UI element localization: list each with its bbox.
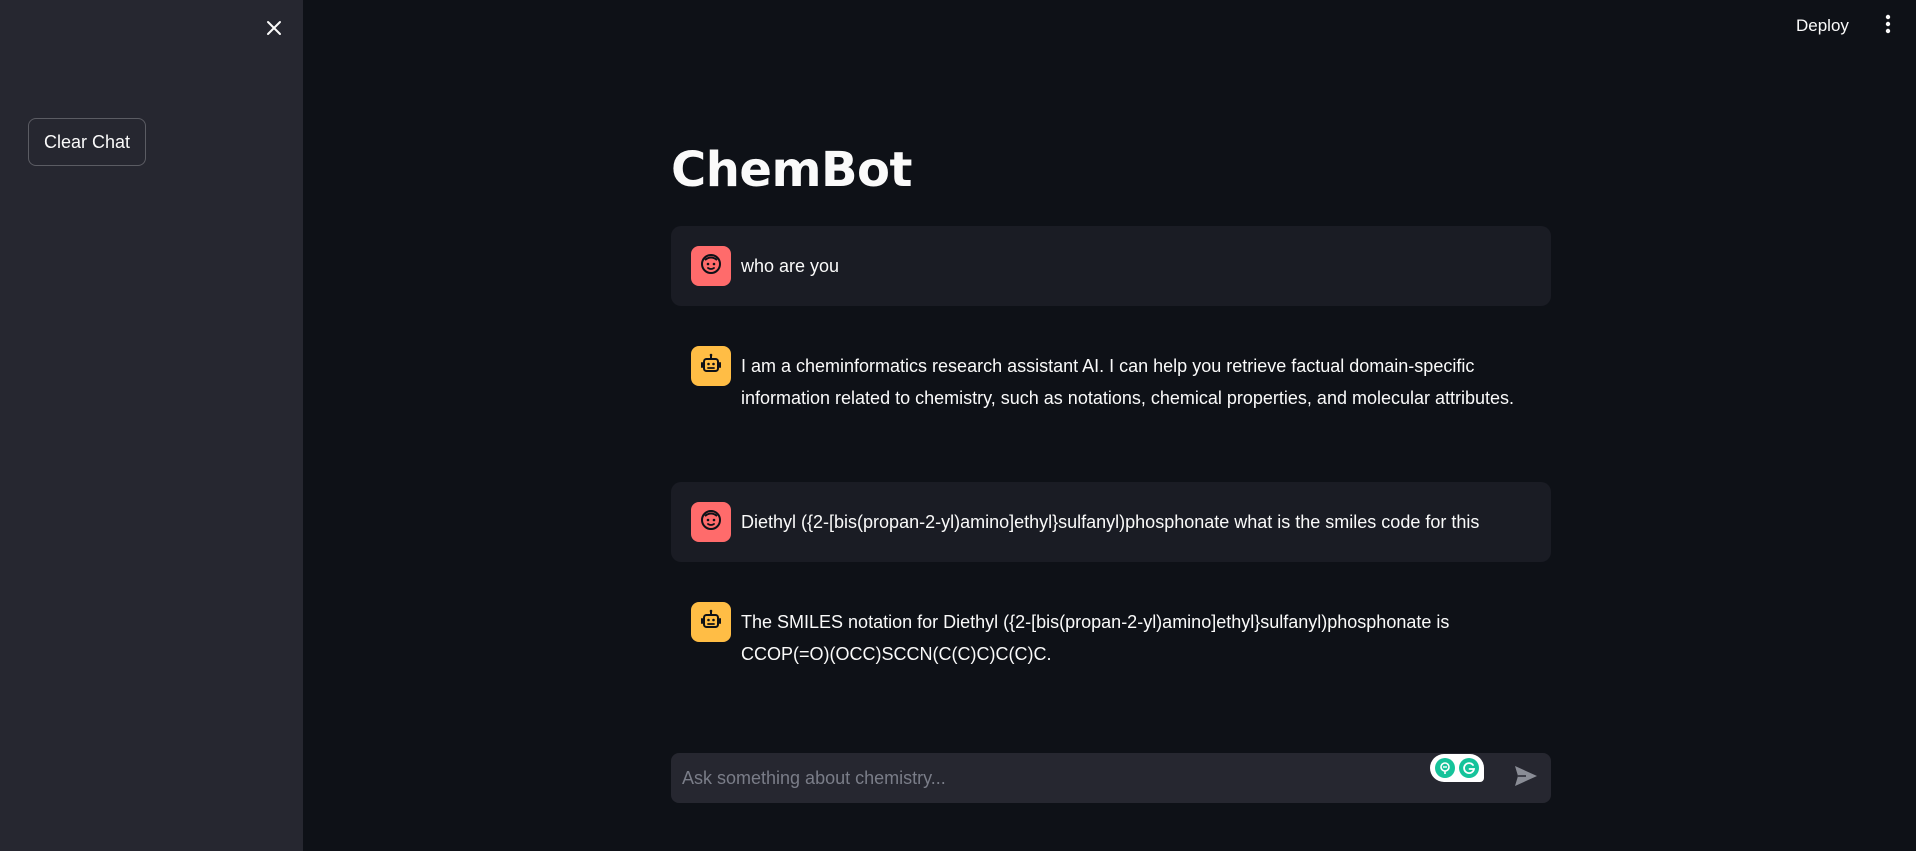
send-icon xyxy=(1514,765,1538,792)
message-text: who are you xyxy=(741,256,840,276)
send-button[interactable] xyxy=(1501,753,1551,803)
assistant-avatar xyxy=(691,346,731,386)
chat-input[interactable] xyxy=(671,753,1501,803)
user-avatar xyxy=(691,502,731,542)
close-sidebar-button[interactable] xyxy=(258,14,290,46)
user-face-icon xyxy=(699,252,723,281)
robot-icon xyxy=(699,352,723,381)
chat-message-user: Diethyl ({2-[bis(propan-2-yl)amino]ethyl… xyxy=(671,482,1551,562)
robot-icon xyxy=(699,608,723,637)
assistant-avatar xyxy=(691,602,731,642)
grammarly-g-icon[interactable] xyxy=(1459,758,1480,778)
vertical-dots-icon xyxy=(1885,14,1891,39)
message-text: I am a cheminformatics research assistan… xyxy=(741,356,1515,408)
deploy-button[interactable]: Deploy xyxy=(1790,12,1855,40)
message-text: The SMILES notation for Diethyl ({2-[bis… xyxy=(741,612,1450,664)
close-icon xyxy=(265,19,283,42)
grammarly-widget[interactable] xyxy=(1430,754,1484,782)
sidebar: Clear Chat xyxy=(0,0,303,851)
chat-input-container xyxy=(671,753,1551,803)
page-title: ChemBot xyxy=(671,142,912,198)
chat-message-user: who are you xyxy=(671,226,1551,306)
grammarly-assist-icon[interactable] xyxy=(1434,758,1455,778)
clear-chat-button[interactable]: Clear Chat xyxy=(28,118,147,166)
chat-message-assistant: I am a cheminformatics research assistan… xyxy=(671,344,1551,414)
user-avatar xyxy=(691,246,731,286)
chat-message-assistant: The SMILES notation for Diethyl ({2-[bis… xyxy=(671,600,1551,670)
message-text: Diethyl ({2-[bis(propan-2-yl)amino]ethyl… xyxy=(741,512,1480,532)
main-menu-button[interactable] xyxy=(1876,12,1900,40)
user-face-icon xyxy=(699,508,723,537)
